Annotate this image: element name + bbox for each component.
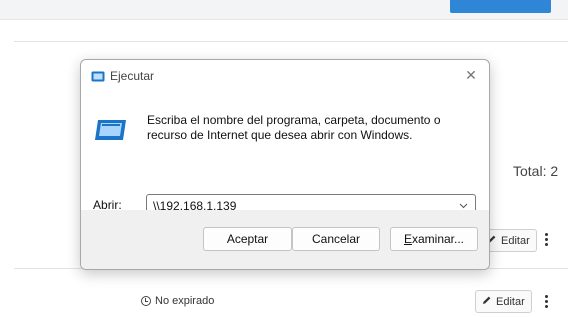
- dialog-footer: Aceptar Cancelar Examinar...: [81, 210, 489, 269]
- cancel-button[interactable]: Cancelar: [292, 227, 380, 251]
- dialog-description: Escriba el nombre del programa, carpeta,…: [147, 113, 441, 142]
- browse-button[interactable]: Examinar...: [390, 227, 478, 251]
- dialog-title: Ejecutar: [110, 69, 155, 83]
- primary-action-button[interactable]: [450, 0, 551, 13]
- chevron-down-icon[interactable]: [459, 199, 468, 209]
- divider: [14, 41, 568, 42]
- dialog-body: Escriba el nombre del programa, carpeta,…: [81, 92, 489, 217]
- run-program-icon: [95, 119, 127, 141]
- total-count: Total: 2: [513, 163, 559, 179]
- pencil-icon: [482, 295, 492, 308]
- clock-icon: [141, 296, 151, 306]
- status-label: No expirado: [155, 295, 215, 307]
- status-text: No expirado: [141, 295, 214, 307]
- run-icon: [91, 71, 105, 82]
- ok-button[interactable]: Aceptar: [203, 227, 292, 251]
- edit-button[interactable]: Editar: [475, 290, 532, 313]
- edit-button-label: Editar: [501, 234, 530, 247]
- edit-button-label: Editar: [496, 295, 525, 308]
- close-icon[interactable]: ✕: [464, 68, 478, 82]
- dialog-title-bar: Ejecutar: [81, 60, 489, 92]
- more-options-icon[interactable]: [545, 233, 549, 246]
- more-options-icon[interactable]: [545, 295, 549, 308]
- run-dialog: Ejecutar ✕ Escriba el nombre del program…: [80, 59, 490, 270]
